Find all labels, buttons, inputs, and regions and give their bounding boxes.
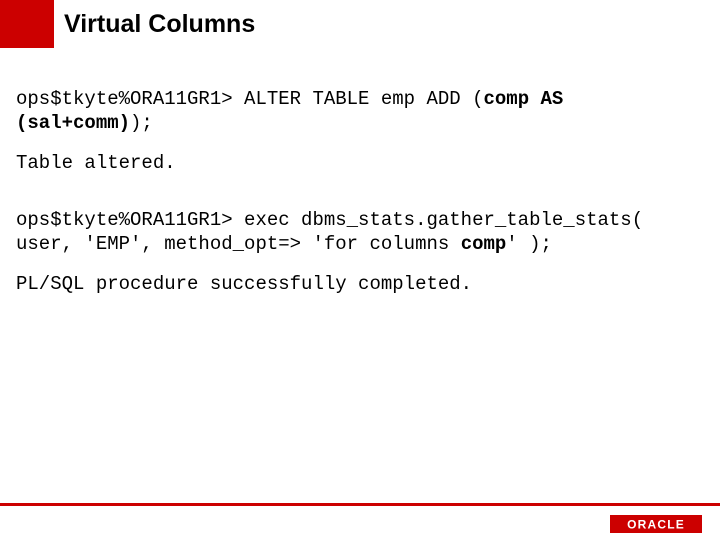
code-text: );: [130, 112, 153, 134]
oracle-logo: ORACLE: [610, 514, 702, 534]
code-text: ' );: [506, 233, 552, 255]
slide-content: ops$tkyte%ORA11GR1> ALTER TABLE emp ADD …: [16, 88, 704, 313]
oracle-logo-text: ORACLE: [627, 518, 685, 532]
code-block-1: ops$tkyte%ORA11GR1> ALTER TABLE emp ADD …: [16, 88, 704, 136]
code-block-3: ops$tkyte%ORA11GR1> exec dbms_stats.gath…: [16, 209, 704, 257]
code-block-4: PL/SQL procedure successfully completed.: [16, 273, 704, 297]
code-text: ops$tkyte%ORA11GR1> ALTER TABLE emp ADD …: [16, 88, 483, 110]
header-red-tab: [0, 0, 54, 48]
code-bold: comp: [461, 233, 507, 255]
slide-title: Virtual Columns: [64, 10, 255, 39]
footer-divider: [0, 503, 720, 506]
code-block-2: Table altered.: [16, 152, 704, 176]
